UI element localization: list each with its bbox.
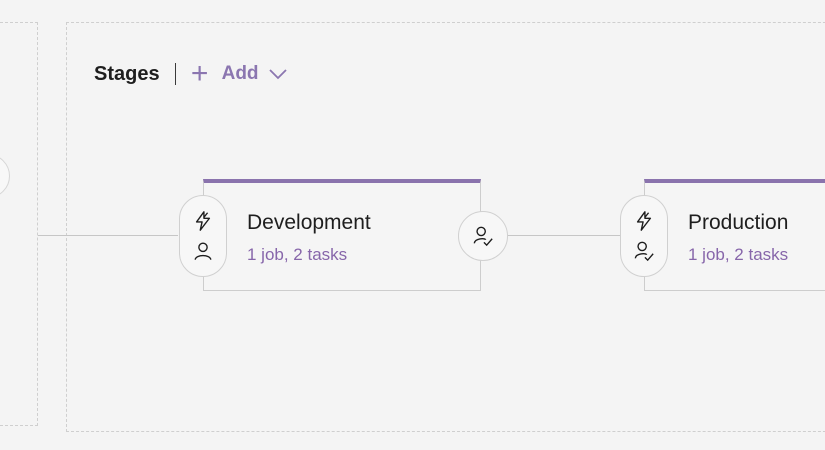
connector-line	[38, 235, 178, 236]
add-stage-label: Add	[221, 63, 259, 84]
stage-card-development[interactable]: Development 1 job, 2 tasks	[203, 179, 481, 291]
person-check-icon	[632, 239, 656, 263]
plus-icon: +	[190, 57, 209, 90]
pre-deployment-conditions-button[interactable]	[179, 195, 227, 277]
stage-card-production[interactable]: Production 1 job, 2 tasks	[644, 179, 825, 291]
stage-name: Development	[247, 211, 371, 234]
lightning-icon	[632, 209, 656, 233]
post-deployment-conditions-button[interactable]	[458, 211, 508, 261]
artifacts-section	[0, 22, 38, 426]
person-check-icon	[471, 224, 495, 248]
person-icon	[191, 239, 215, 263]
header-divider	[174, 63, 176, 85]
stage-summary[interactable]: 1 job, 2 tasks	[688, 245, 788, 265]
connector-line	[506, 235, 622, 236]
stage-summary[interactable]: 1 job, 2 tasks	[247, 245, 347, 265]
add-stage-button[interactable]: + Add	[188, 57, 287, 90]
lightning-icon	[191, 209, 215, 233]
pre-deployment-conditions-button[interactable]	[620, 195, 668, 277]
stages-title: Stages	[94, 62, 160, 85]
chevron-down-icon[interactable]	[268, 68, 287, 80]
stages-header: Stages + Add	[94, 57, 287, 90]
stage-name: Production	[688, 211, 789, 234]
